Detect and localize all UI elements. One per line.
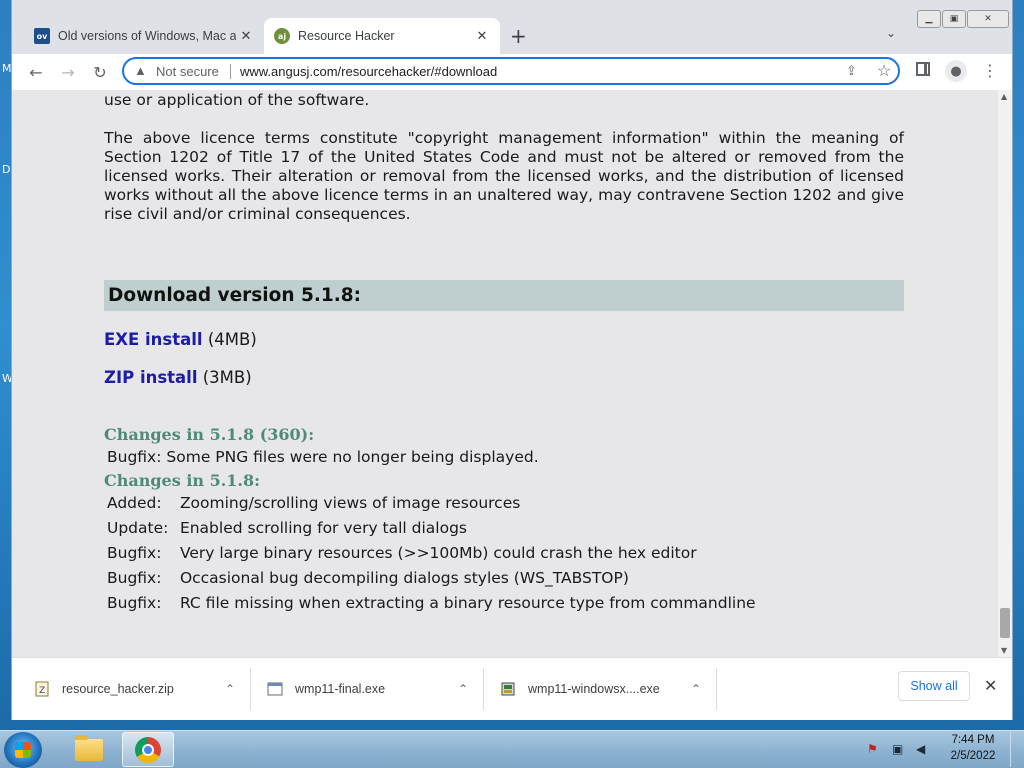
new-tab-plus-icon[interactable]: + — [510, 24, 527, 48]
exe-install-link[interactable]: EXE install — [104, 330, 203, 349]
download-item[interactable]: Z resource_hacker.zip ⌃ — [34, 658, 235, 720]
download-item[interactable]: wmp11-windowsx....exe ⌃ — [500, 658, 701, 720]
tab-title: Old versions of Windows, Mac and — [58, 29, 236, 43]
change-kind: Update: — [107, 519, 169, 537]
tab-search-chevron-down-icon[interactable]: ⌄ — [886, 26, 896, 40]
tab-strip: ov Old versions of Windows, Mac and ✕ aj… — [12, 0, 1012, 54]
page-scrollbar[interactable]: ▲ ▼ — [998, 90, 1012, 657]
change-text: RC file missing when extracting a binary… — [179, 594, 756, 612]
changes-heading: Changes in 5.1.8: — [104, 471, 261, 490]
browser-toolbar: ← → ↻ ▲ Not secure www.angusj.com/resour… — [12, 54, 1012, 90]
change-kind: Bugfix: — [107, 569, 162, 587]
change-kind: Bugfix: — [107, 594, 162, 612]
network-icon[interactable]: ▣ — [892, 742, 906, 756]
zip-install-link[interactable]: ZIP install — [104, 368, 198, 387]
download-heading: Download version 5.1.8: — [108, 285, 362, 306]
page-content: use or application of the software. The … — [12, 90, 998, 657]
exe-download-row: EXE install (4MB) — [104, 330, 257, 349]
address-bar[interactable]: ▲ Not secure www.angusj.com/resourcehack… — [122, 57, 900, 85]
chevron-up-icon[interactable]: ⌃ — [458, 682, 468, 696]
change-text: Some PNG files were no longer being disp… — [166, 448, 539, 466]
licence-text-end: use or application of the software. — [104, 91, 370, 109]
zip-size: (3MB) — [202, 368, 252, 387]
oldversion-favicon-icon: ov — [34, 28, 50, 44]
clock-date: 2/5/2022 — [950, 750, 996, 762]
restore-icon[interactable]: ▣ — [942, 10, 966, 28]
close-shelf-icon[interactable]: ✕ — [984, 676, 997, 695]
bookmark-star-icon[interactable]: ☆ — [877, 61, 891, 81]
download-file-name: wmp11-final.exe — [295, 682, 386, 696]
licence-paragraph: The above licence terms constitute "copy… — [104, 129, 904, 223]
svg-text:Z: Z — [39, 686, 45, 696]
chevron-up-icon[interactable]: ⌃ — [225, 682, 235, 696]
change-text: Enabled scrolling for very tall dialogs — [179, 519, 468, 537]
desktop-icon-label-fragment: M — [2, 62, 12, 75]
reload-icon[interactable]: ↻ — [88, 60, 112, 84]
divider — [230, 64, 231, 79]
change-item: Update: Enabled scrolling for very tall … — [107, 519, 467, 537]
scroll-up-arrow-icon[interactable]: ▲ — [1001, 92, 1007, 101]
taskbar-chrome-button[interactable] — [122, 732, 174, 767]
change-item: Bugfix: Very large binary resources (>>1… — [107, 544, 697, 562]
volume-icon[interactable]: ◀ — [916, 742, 930, 756]
change-text: Zooming/scrolling views of image resourc… — [179, 494, 521, 512]
scroll-down-arrow-icon[interactable]: ▼ — [1001, 646, 1007, 655]
change-text: Occasional bug decompiling dialogs style… — [179, 569, 629, 587]
clock-time: 7:44 PM — [951, 734, 995, 746]
change-item: Bugfix: Occasional bug decompiling dialo… — [107, 569, 629, 587]
tab-title: Resource Hacker — [298, 29, 395, 43]
change-item: Bugfix: RC file missing when extracting … — [107, 594, 756, 612]
change-kind: Added: — [107, 494, 162, 512]
security-status-label[interactable]: Not secure — [156, 64, 219, 79]
exe-size: (4MB) — [207, 330, 257, 349]
chevron-up-icon[interactable]: ⌃ — [691, 682, 701, 696]
system-clock[interactable]: 7:44 PM 2/5/2022 — [944, 732, 1002, 764]
warning-triangle-icon[interactable]: ▲ — [134, 63, 147, 78]
download-file-name: wmp11-windowsx....exe — [528, 682, 660, 696]
forward-arrow-icon[interactable]: → — [56, 60, 80, 84]
change-kind: Bugfix: — [107, 448, 162, 466]
tab-resource-hacker[interactable]: aj Resource Hacker ✕ — [264, 18, 500, 54]
download-section-header: Download version 5.1.8: — [104, 280, 904, 311]
menu-kebab-icon[interactable]: ⋮ — [982, 61, 998, 80]
browser-window: ov Old versions of Windows, Mac and ✕ aj… — [12, 0, 1012, 720]
start-button-windows-icon[interactable] — [4, 732, 42, 768]
angusj-favicon-icon: aj — [274, 28, 290, 44]
share-icon[interactable]: ⇪ — [846, 63, 857, 79]
back-arrow-icon[interactable]: ← — [24, 60, 48, 84]
exe-file-icon — [267, 682, 283, 696]
change-item: Bugfix: Some PNG files were no longer be… — [107, 448, 539, 466]
window-close-icon[interactable]: ✕ — [967, 10, 1009, 28]
change-text: Very large binary resources (>>100Mb) co… — [179, 544, 697, 562]
divider — [250, 668, 251, 710]
profile-avatar-icon[interactable]: ● — [945, 60, 967, 82]
close-icon[interactable]: ✕ — [236, 29, 256, 44]
taskbar-explorer-button[interactable] — [63, 732, 115, 767]
download-file-name: resource_hacker.zip — [62, 682, 174, 696]
download-shelf: Z resource_hacker.zip ⌃ wmp11-final.exe … — [12, 657, 1012, 720]
changes-heading: Changes in 5.1.8 (360): — [104, 425, 315, 444]
desktop-icon-label-fragment: D — [2, 163, 11, 176]
scrollbar-thumb[interactable] — [1000, 608, 1010, 638]
show-all-downloads-button[interactable]: Show all — [898, 671, 970, 701]
installer-file-icon — [501, 682, 515, 696]
download-item[interactable]: wmp11-final.exe ⌃ — [267, 658, 468, 720]
divider — [716, 668, 717, 710]
tab-old-versions[interactable]: ov Old versions of Windows, Mac and ✕ — [24, 18, 264, 54]
zip-file-icon: Z — [35, 681, 49, 697]
divider — [483, 668, 484, 710]
minimize-icon[interactable]: ▁ — [917, 10, 941, 28]
action-center-flag-icon[interactable]: ⚑ — [867, 742, 881, 756]
url-text[interactable]: www.angusj.com/resourcehacker/#download — [240, 64, 497, 79]
chrome-icon — [135, 736, 161, 763]
change-item: Added: Zooming/scrolling views of image … — [107, 494, 520, 512]
side-panel-icon[interactable] — [916, 62, 930, 76]
show-desktop-button[interactable] — [1010, 731, 1024, 767]
zip-download-row: ZIP install (3MB) — [104, 368, 252, 387]
change-kind: Bugfix: — [107, 544, 162, 562]
close-icon[interactable]: ✕ — [472, 29, 492, 44]
folder-icon — [75, 734, 103, 761]
